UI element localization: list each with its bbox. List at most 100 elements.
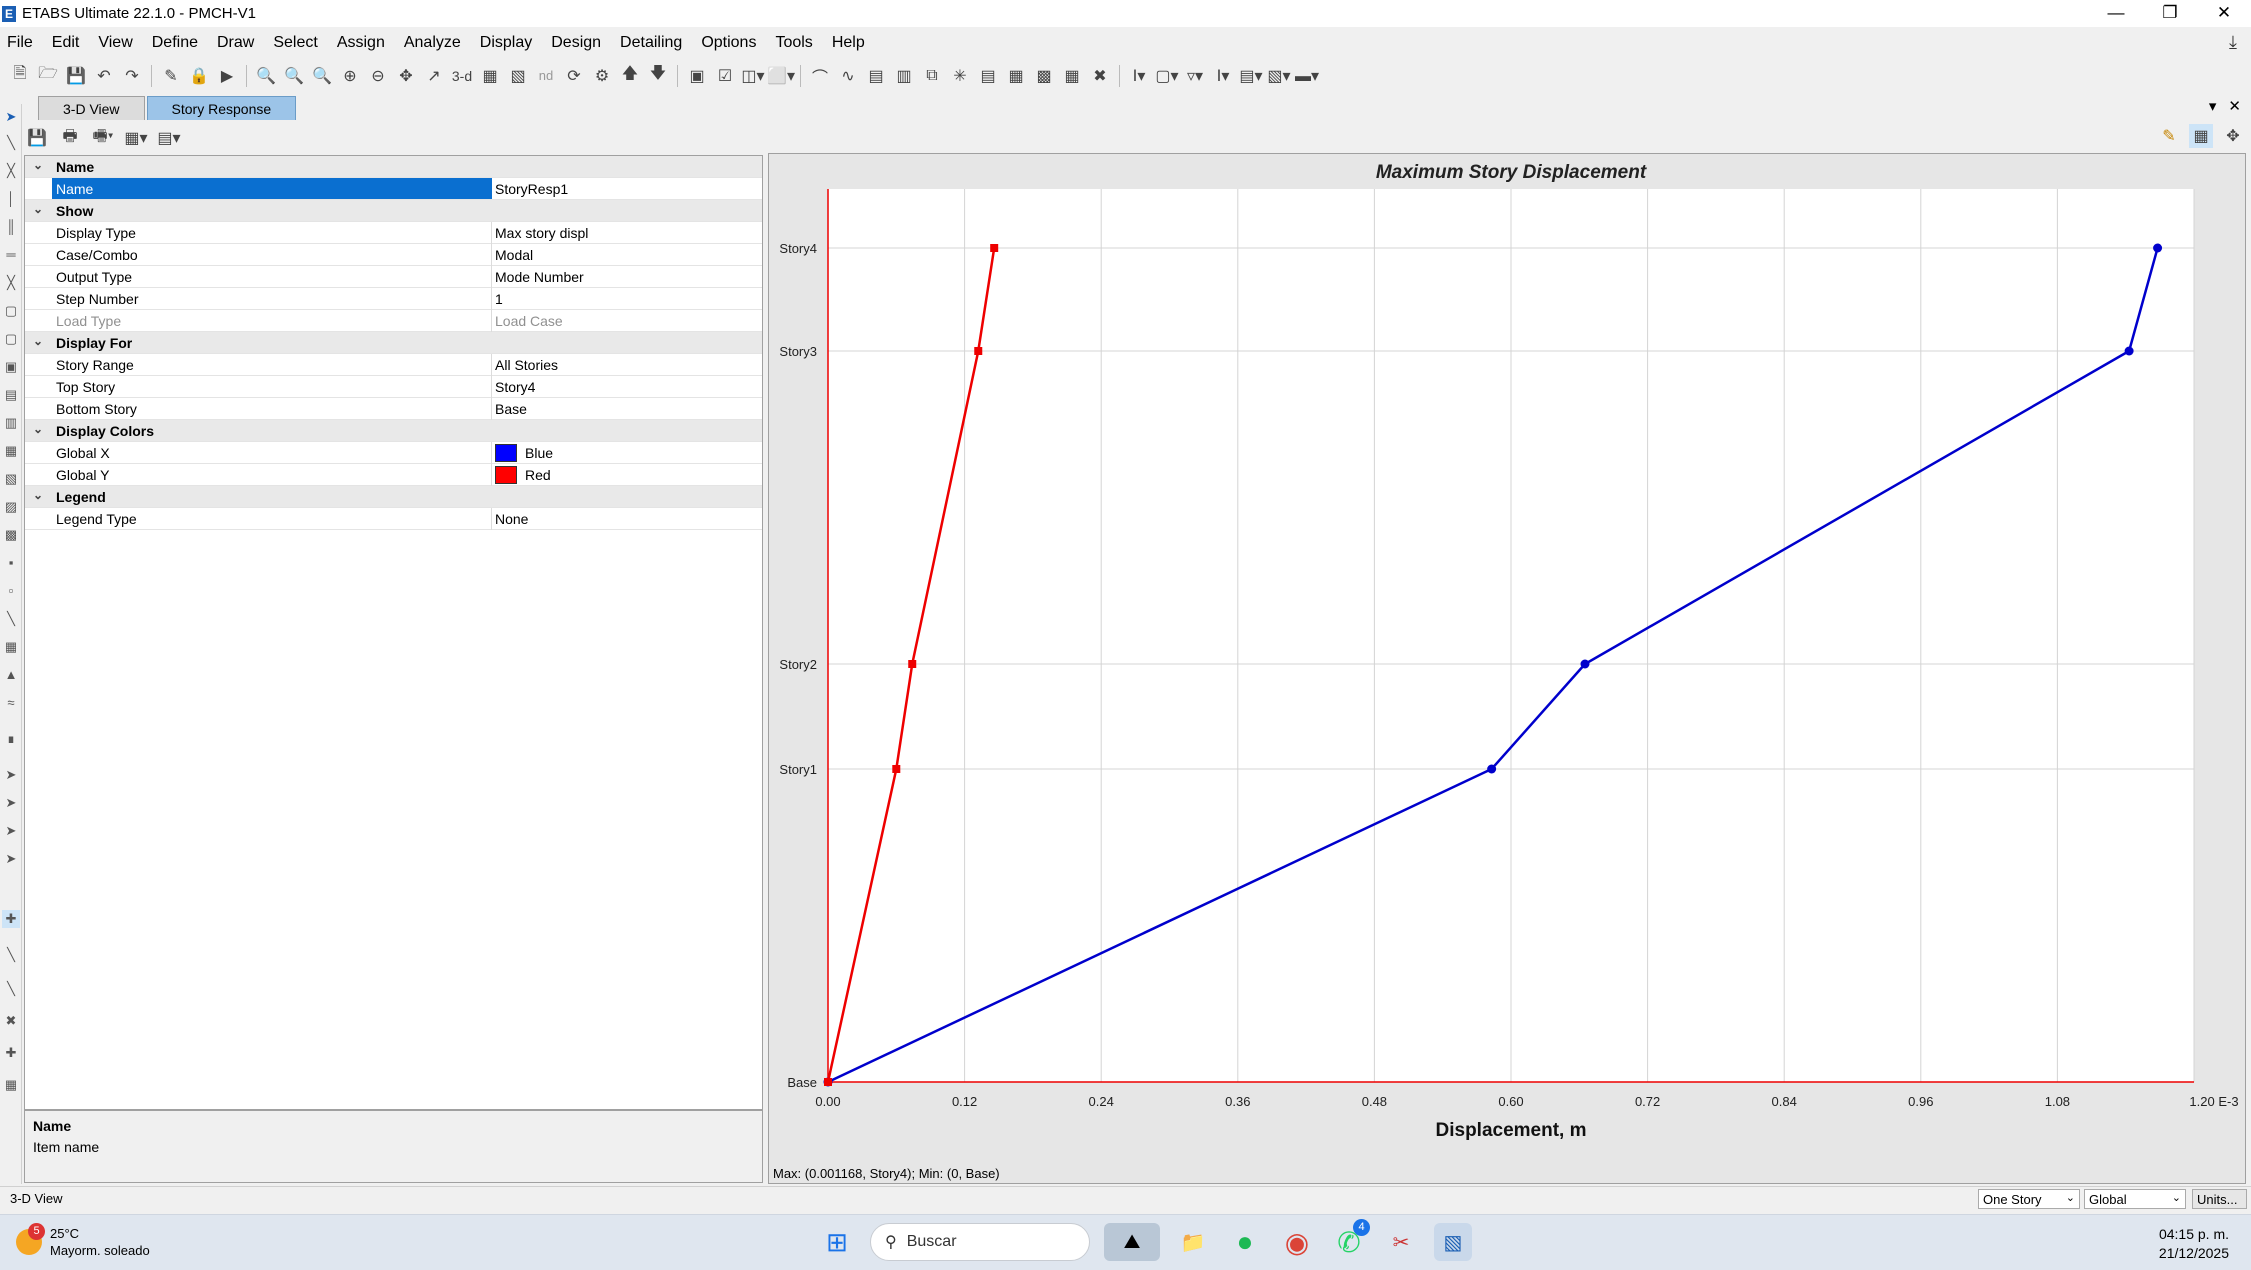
menu-select[interactable]: Select	[266, 34, 329, 52]
menu-view[interactable]: View	[91, 34, 144, 52]
table-icon[interactable]: ▦▾	[123, 126, 149, 150]
property-output-type[interactable]: Output Type Mode Number	[25, 266, 762, 288]
panel-icon[interactable]: ▢▾	[1155, 64, 1179, 88]
tab-3d-view[interactable]: 3-D View	[38, 96, 145, 120]
draw-joint-icon[interactable]: ╳	[2, 162, 20, 180]
whatsapp-icon[interactable]: ✆ 4	[1330, 1219, 1370, 1261]
property-value[interactable]: Red	[525, 467, 551, 483]
category-name[interactable]: ⌄ Name	[25, 156, 762, 178]
view-3d-icon[interactable]: 3-d	[450, 64, 474, 88]
zoom-fit-icon[interactable]: 🔍	[310, 64, 334, 88]
zoom-restore-icon[interactable]: 🔍	[282, 64, 306, 88]
menu-detailing[interactable]: Detailing	[613, 34, 694, 52]
plan-view-icon[interactable]: ▦	[478, 64, 502, 88]
tab-list-dropdown-icon[interactable]: ▾	[2209, 97, 2217, 115]
coordinate-system-select[interactable]: Global ⌄	[2084, 1189, 2186, 1209]
rotate-icon[interactable]: ⟳	[562, 64, 586, 88]
property-value[interactable]: All Stories	[495, 357, 558, 373]
menu-draw[interactable]: Draw	[210, 34, 266, 52]
snap-intersection-icon[interactable]: ➤	[2, 794, 20, 812]
draw-wall-stack-icon[interactable]: ▥	[2, 414, 20, 432]
property-global-x[interactable]: Global X Blue	[25, 442, 762, 464]
property-value[interactable]: None	[495, 511, 528, 527]
line-icon[interactable]: ▬▾	[1295, 64, 1319, 88]
view-cube-icon[interactable]: ⬜▾	[767, 64, 795, 88]
weather-widget[interactable]: 5 25°C Mayorm. soleado	[16, 1223, 150, 1259]
category-show[interactable]: ⌄ Show	[25, 200, 762, 222]
property-name[interactable]: Name StoryResp1	[25, 178, 762, 200]
snap-cross-icon[interactable]: ✖	[2, 1012, 20, 1030]
move-up-icon[interactable]: 🡅	[618, 64, 642, 88]
wall-stack-icon[interactable]: ▧▾	[1267, 64, 1291, 88]
draw-wall-icon[interactable]: ▤	[2, 386, 20, 404]
property-value[interactable]: Story4	[495, 379, 535, 395]
property-display-type[interactable]: Display Type Max story displ	[25, 222, 762, 244]
menu-tools[interactable]: Tools	[768, 34, 824, 52]
etabs-taskbar-icon[interactable]: ▧	[1434, 1223, 1472, 1261]
windows-start-icon[interactable]: ⊞	[818, 1223, 856, 1261]
elevation-view-icon[interactable]: ▧	[506, 64, 530, 88]
draw-brace-icon[interactable]: ╳	[2, 274, 20, 292]
draw-column-icon[interactable]: ║	[2, 218, 20, 236]
color-swatch-red[interactable]	[495, 466, 517, 484]
property-value[interactable]: 1	[495, 291, 503, 307]
draw-grid-icon[interactable]: ▦	[2, 638, 20, 656]
new-model-icon[interactable]: 🗎	[8, 64, 32, 88]
save-icon[interactable]: 💾	[64, 64, 88, 88]
undo-icon[interactable]: ↶	[92, 64, 116, 88]
draw-line-icon[interactable]: │	[2, 190, 20, 208]
draw-developed-icon[interactable]: ∎	[2, 730, 20, 748]
filter-icon[interactable]: ▿▾	[1183, 64, 1207, 88]
property-bottom-story[interactable]: Bottom Story Base	[25, 398, 762, 420]
property-value[interactable]: Mode Number	[495, 269, 584, 285]
property-step-number[interactable]: Step Number 1	[25, 288, 762, 310]
wall-icon[interactable]: ▤	[976, 64, 1000, 88]
pan-icon[interactable]: ✥	[394, 64, 418, 88]
snap-grid-icon[interactable]: ✚	[2, 1044, 20, 1062]
grid-icon[interactable]: ▦	[1060, 64, 1084, 88]
draw-slab-icon[interactable]: ▢	[2, 302, 20, 320]
spotify-icon[interactable]: ●	[1226, 1223, 1264, 1261]
snipping-tool-icon[interactable]: ✂	[1382, 1223, 1420, 1261]
draw-section-icon[interactable]: ▩	[2, 526, 20, 544]
menu-file[interactable]: File	[0, 34, 45, 52]
draw-reference-icon[interactable]: ▫	[2, 582, 20, 600]
property-value[interactable]: StoryResp1	[495, 181, 568, 197]
move-down-icon[interactable]: 🡇	[646, 64, 670, 88]
export-icon[interactable]: 🖷▾	[90, 126, 116, 150]
category-display-for[interactable]: ⌄ Display For	[25, 332, 762, 354]
property-global-y[interactable]: Global Y Red	[25, 464, 762, 486]
open-icon[interactable]: 🗁	[36, 64, 60, 88]
system-clock[interactable]: 04:15 p. m. 21/12/2025	[2159, 1225, 2229, 1263]
pencil-icon[interactable]: ✎	[159, 64, 183, 88]
menu-define[interactable]: Define	[145, 34, 210, 52]
nd-view-icon[interactable]: nd	[534, 64, 558, 88]
beam-section-icon[interactable]: Ⅰ▾	[1211, 64, 1235, 88]
zoom-in-icon[interactable]: ⊕	[338, 64, 362, 88]
diagram-icon[interactable]: ▥	[892, 64, 916, 88]
move-icon[interactable]: ✥	[2221, 124, 2245, 148]
print-icon[interactable]: 🖶	[57, 126, 83, 150]
section-cut-icon[interactable]: ▩	[1032, 64, 1056, 88]
menu-assign[interactable]: Assign	[330, 34, 397, 52]
snap-all-icon[interactable]: ▦	[2, 1076, 20, 1094]
close-icon[interactable]: ✕	[2197, 0, 2251, 27]
frame-icon[interactable]: ⌒	[808, 64, 832, 88]
measure-icon[interactable]: ↗	[422, 64, 446, 88]
redo-icon[interactable]: ↷	[120, 64, 144, 88]
lock-icon[interactable]: 🔒	[187, 64, 211, 88]
property-value[interactable]: Base	[495, 401, 527, 417]
draw-beam-icon[interactable]: ⧉	[920, 64, 944, 88]
taskbar-search[interactable]: ⚲ Buscar	[870, 1223, 1090, 1261]
set-display-options-icon[interactable]: ☑	[713, 64, 737, 88]
collapse-icon[interactable]: ⌄	[33, 158, 43, 172]
file-explorer-icon[interactable]: 📁	[1174, 1223, 1212, 1261]
snap-end-icon[interactable]: ➤	[2, 822, 20, 840]
display-dropdown-icon[interactable]: ◫▾	[741, 64, 765, 88]
snap-icon[interactable]: ➤	[2, 766, 20, 784]
run-analysis-icon[interactable]: ▶	[215, 64, 239, 88]
menu-options[interactable]: Options	[694, 34, 768, 52]
draw-ramp-icon[interactable]: ▦	[2, 442, 20, 460]
save-view-icon[interactable]: 💾	[24, 126, 50, 150]
snap-edge-icon[interactable]: ╲	[2, 980, 20, 998]
